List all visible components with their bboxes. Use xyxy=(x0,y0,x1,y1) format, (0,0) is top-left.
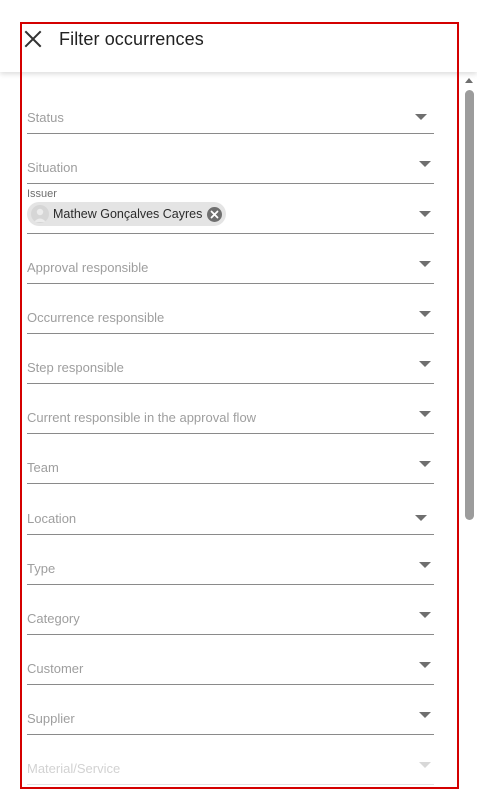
customer-select[interactable]: Customer xyxy=(27,651,434,685)
material-service-label: Material/Service xyxy=(27,761,121,776)
status-label: Status xyxy=(27,110,64,125)
chip-remove-button[interactable] xyxy=(207,206,223,222)
team-label: Team xyxy=(27,460,59,475)
type-select[interactable]: Type xyxy=(27,551,434,585)
chevron-down-icon xyxy=(419,762,431,768)
occurrence-responsible-label: Occurrence responsible xyxy=(27,310,165,325)
approval-responsible-select[interactable]: Approval responsible xyxy=(27,250,434,284)
issuer-select[interactable]: Issuer Mathew Gonçalves Cayres xyxy=(27,188,434,234)
current-responsible-select[interactable]: Current responsible in the approval flow xyxy=(27,400,434,434)
chevron-down-icon xyxy=(419,261,431,267)
supplier-select[interactable]: Supplier xyxy=(27,701,434,735)
close-icon xyxy=(210,210,219,218)
chevron-down-icon xyxy=(419,461,431,467)
close-icon xyxy=(24,30,42,48)
chevron-down-icon xyxy=(419,361,431,367)
current-responsible-label: Current responsible in the approval flow xyxy=(27,410,257,425)
type-label: Type xyxy=(27,561,56,576)
situation-label: Situation xyxy=(27,160,78,175)
status-select[interactable]: Status xyxy=(27,100,434,134)
issuer-label: Issuer xyxy=(27,188,57,200)
material-service-select[interactable]: Material/Service xyxy=(27,751,434,785)
chevron-down-icon xyxy=(419,411,431,417)
supplier-label: Supplier xyxy=(27,711,75,726)
approval-responsible-label: Approval responsible xyxy=(27,260,149,275)
scroll-up-arrow-icon[interactable] xyxy=(465,78,473,83)
chevron-down-icon xyxy=(419,211,431,217)
chevron-down-icon xyxy=(415,515,427,521)
chevron-down-icon xyxy=(419,662,431,668)
category-select[interactable]: Category xyxy=(27,601,434,635)
close-button[interactable] xyxy=(24,30,42,48)
dialog-header: Filter occurrences xyxy=(0,0,477,72)
situation-select[interactable]: Situation xyxy=(27,150,434,184)
issuer-chip-name: Mathew Gonçalves Cayres xyxy=(53,207,203,221)
scrollbar-thumb[interactable] xyxy=(465,90,474,520)
customer-label: Customer xyxy=(27,661,84,676)
chevron-down-icon xyxy=(419,161,431,167)
category-label: Category xyxy=(27,611,80,626)
chevron-down-icon xyxy=(415,114,427,120)
occurrence-responsible-select[interactable]: Occurrence responsible xyxy=(27,300,434,334)
step-responsible-select[interactable]: Step responsible xyxy=(27,350,434,384)
location-select[interactable]: Location xyxy=(27,501,434,535)
chevron-down-icon xyxy=(419,712,431,718)
dialog-title: Filter occurrences xyxy=(59,29,204,49)
step-responsible-label: Step responsible xyxy=(27,360,124,375)
chevron-down-icon xyxy=(419,562,431,568)
chevron-down-icon xyxy=(419,612,431,618)
avatar xyxy=(31,205,49,223)
chevron-down-icon xyxy=(419,311,431,317)
location-label: Location xyxy=(27,511,77,526)
issuer-chip: Mathew Gonçalves Cayres xyxy=(27,202,227,226)
scrollbar[interactable] xyxy=(462,74,477,792)
team-select[interactable]: Team xyxy=(27,450,434,484)
